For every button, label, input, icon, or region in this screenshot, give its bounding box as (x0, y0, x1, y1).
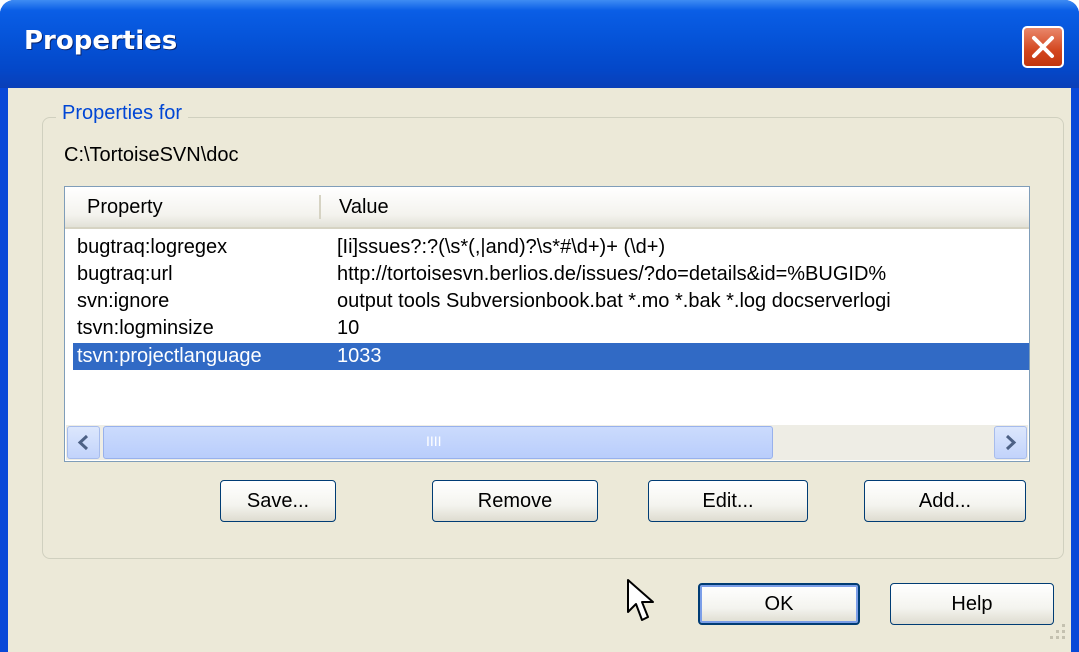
properties-list[interactable]: Property Value bugtraq:logregex [Ii]ssue… (64, 186, 1030, 462)
window-title: Properties (24, 26, 178, 56)
property-value: 10 (337, 317, 360, 339)
group-label: Properties for (56, 102, 189, 125)
property-value: 1033 (337, 345, 382, 367)
arrow-right-icon (1005, 434, 1017, 451)
horizontal-scrollbar[interactable]: IIII (66, 425, 1028, 460)
table-row[interactable]: bugtraq:logregex [Ii]ssues?:?(\s*(,|and)… (73, 234, 1029, 261)
title-bar[interactable]: Properties (0, 0, 1079, 88)
close-icon (1032, 36, 1054, 58)
help-button[interactable]: Help (890, 583, 1054, 625)
scroll-right-button[interactable] (994, 426, 1027, 459)
column-separator[interactable] (319, 195, 321, 219)
table-row[interactable]: svn:ignore output tools Subversionbook.b… (73, 288, 1029, 315)
property-name: svn:ignore (77, 290, 170, 312)
close-button[interactable] (1022, 26, 1064, 68)
add-button[interactable]: Add... (864, 480, 1026, 522)
column-header-property[interactable]: Property (87, 196, 163, 219)
list-header: Property Value (65, 187, 1029, 229)
scroll-left-button[interactable] (67, 426, 100, 459)
table-row[interactable]: tsvn:logminsize 10 (73, 315, 1029, 342)
scroll-thumb[interactable]: IIII (103, 426, 773, 459)
property-name: tsvn:projectlanguage (77, 345, 262, 367)
resize-grip-icon[interactable] (1044, 620, 1070, 646)
remove-button[interactable]: Remove (432, 480, 598, 522)
edit-button[interactable]: Edit... (648, 480, 808, 522)
ok-button[interactable]: OK (698, 583, 860, 625)
column-header-value[interactable]: Value (339, 196, 389, 219)
property-value: output tools Subversionbook.bat *.mo *.b… (337, 290, 891, 312)
save-button[interactable]: Save... (220, 480, 336, 522)
property-value: http://tortoisesvn.berlios.de/issues/?do… (337, 263, 887, 285)
dialog-body: Properties for C:\TortoiseSVN\doc Proper… (8, 88, 1071, 652)
mouse-pointer-icon (627, 579, 654, 621)
table-row-selected[interactable]: tsvn:projectlanguage 1033 (73, 343, 1029, 370)
scroll-thumb-grip: IIII (426, 433, 442, 449)
properties-dialog: Properties Properties for C:\TortoiseSVN… (0, 0, 1079, 652)
property-name: bugtraq:url (77, 263, 173, 285)
arrow-left-icon (77, 434, 89, 451)
table-row[interactable]: bugtraq:url http://tortoisesvn.berlios.d… (73, 261, 1029, 288)
property-name: tsvn:logminsize (77, 317, 214, 339)
property-value: [Ii]ssues?:?(\s*(,|and)?\s*#\d+)+ (\d+) (337, 236, 666, 258)
property-name: bugtraq:logregex (77, 236, 228, 258)
path-label: C:\TortoiseSVN\doc (64, 144, 239, 166)
